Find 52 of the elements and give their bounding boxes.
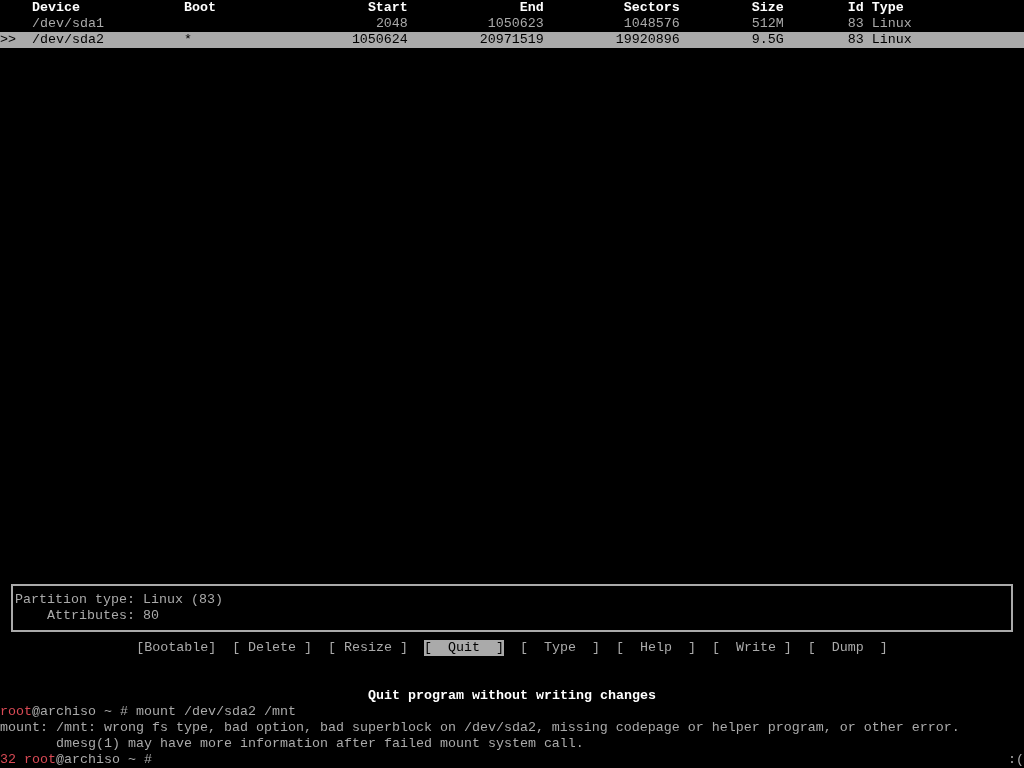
column-header: Device xyxy=(32,0,81,16)
column-header: End xyxy=(518,0,544,16)
prompt-symbol: # xyxy=(144,752,152,768)
prompt-host: @archiso xyxy=(56,752,120,768)
table-cell-text: * xyxy=(183,32,193,48)
column-header: Type xyxy=(871,0,904,16)
exit-code: 32 xyxy=(0,752,16,768)
table-cell-text: 9.5G xyxy=(750,32,784,48)
menu-button[interactable]: [ Write ] xyxy=(711,640,792,656)
shell-command: mount /dev/sda2 /mnt xyxy=(136,704,296,720)
table-cell-text: 19920896 xyxy=(614,32,680,48)
field-label: Attributes: xyxy=(46,608,135,624)
menu-button[interactable]: [ Resize ] xyxy=(328,640,409,656)
table-cell-text: 20971519 xyxy=(478,32,544,48)
menu-button[interactable]: [Bootable] xyxy=(136,640,217,656)
table-cell-text: 512M xyxy=(750,16,784,32)
shell-output: dmesg(1) may have more information after failed mount system call. xyxy=(55,736,584,752)
prompt-user: root xyxy=(24,752,56,768)
table-cell-text: /dev/sda1 xyxy=(32,16,105,32)
table-cell: Linux xyxy=(871,32,912,48)
prompt-path: ~ xyxy=(128,752,136,768)
table-cell-text: /dev/sda2 xyxy=(32,32,105,48)
field-label: Partition type: xyxy=(15,592,135,608)
menu-button[interactable]: [ Help ] xyxy=(615,640,696,656)
table-cell-text: 83 xyxy=(846,32,864,48)
row-cursor: >> xyxy=(0,32,17,48)
table-cell-text: 1048576 xyxy=(622,16,680,32)
status-message: Quit program without writing changes xyxy=(368,688,656,704)
table-cell-text: 1050624 xyxy=(350,32,408,48)
menu-button[interactable]: [ Quit ] xyxy=(424,640,504,656)
column-header: Boot xyxy=(183,0,217,16)
column-header: Start xyxy=(366,0,408,16)
shell-output: mount: /mnt: wrong fs type, bad option, bad superblock on /dev/sda2, missing codepage or helper program, or other error. xyxy=(0,720,960,736)
table-row[interactable]: /dev/sda1 2048 1050623 1048576 512M 83 Linux xyxy=(0,16,1024,32)
table-row[interactable]: >> /dev/sda2 * 1050624 20971519 19920896 9.5G 83 Linux xyxy=(0,32,1024,48)
menu-button[interactable]: [ Delete ] xyxy=(232,640,313,656)
menu-button[interactable]: [ Type ] xyxy=(520,640,600,656)
table-cell-text: 83 xyxy=(846,16,864,32)
field-value: Linux (83) xyxy=(142,592,223,608)
prompt-path: ~ xyxy=(104,704,112,720)
exit-status: :( xyxy=(1008,752,1024,768)
table-cell: Linux xyxy=(871,16,912,32)
column-header: Id xyxy=(846,0,864,16)
prompt-host: @archiso xyxy=(32,704,96,720)
table-cell-text: 1050623 xyxy=(486,16,544,32)
column-header: Sectors xyxy=(622,0,680,16)
prompt-user: root xyxy=(0,704,32,720)
table-cell-text: 2048 xyxy=(374,16,408,32)
field-value: 80 xyxy=(142,608,159,624)
column-header: Size xyxy=(750,0,784,16)
prompt-symbol: # xyxy=(120,704,128,720)
menu-button[interactable]: [ Dump ] xyxy=(807,640,888,656)
